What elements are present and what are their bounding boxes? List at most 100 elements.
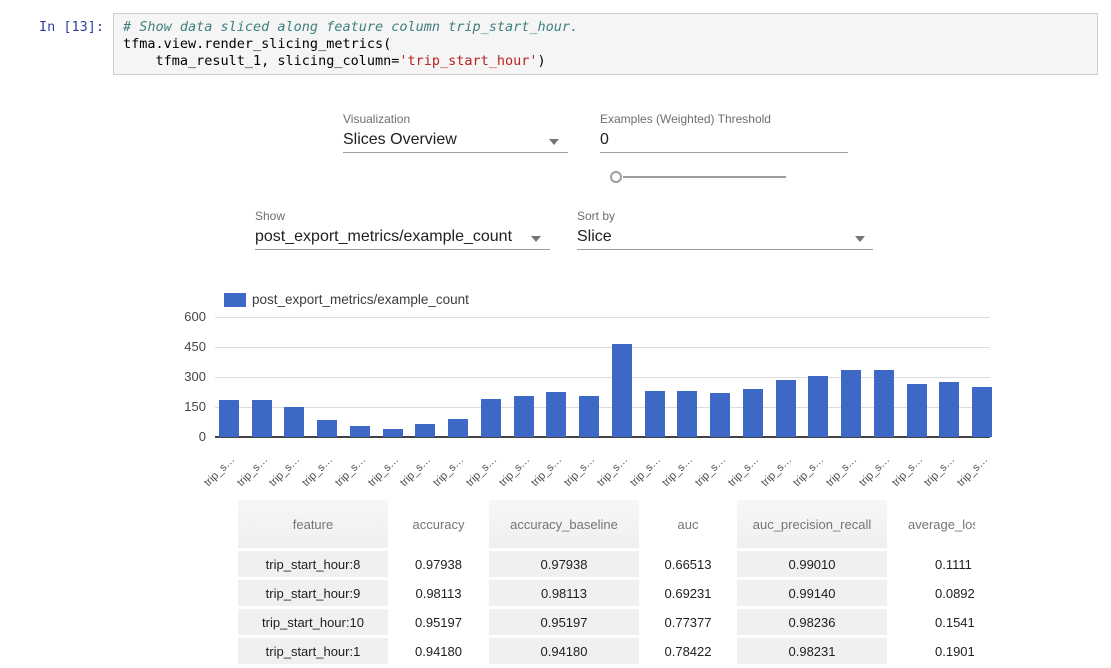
header-cell-feature: feature <box>238 500 388 548</box>
sort-by-label: Sort by <box>577 209 615 223</box>
sort-by-dropdown[interactable]: Slice <box>577 228 612 246</box>
bar <box>645 391 665 437</box>
table-cell: 0.1541 <box>890 609 975 635</box>
show-label: Show <box>255 209 285 223</box>
x-tick-label: trip_s… <box>713 454 761 502</box>
bar <box>415 424 435 437</box>
bar <box>677 391 697 437</box>
bar <box>481 399 501 437</box>
x-tick-label: trip_s… <box>680 454 728 502</box>
table-cell: 0.0892 <box>890 580 975 606</box>
bar <box>743 389 763 437</box>
table-row: trip_start_hour:80.979380.979380.665130.… <box>238 551 975 577</box>
y-tick-label: 600 <box>166 309 206 324</box>
bar <box>546 392 566 437</box>
x-tick-label: trip_s… <box>418 454 466 502</box>
table-cell: 0.94180 <box>391 638 486 664</box>
bar <box>579 396 599 437</box>
x-tick-label: trip_s… <box>648 454 696 502</box>
visualization-underline <box>343 152 568 153</box>
bar <box>710 393 730 437</box>
table-row: trip_start_hour:90.981130.981130.692310.… <box>238 580 975 606</box>
table-cell: trip_start_hour:1 <box>238 638 388 664</box>
threshold-label: Examples (Weighted) Threshold <box>600 112 771 126</box>
visualization-label: Visualization <box>343 112 410 126</box>
bar <box>219 400 239 437</box>
legend-label: post_export_metrics/example_count <box>252 292 469 307</box>
x-tick-label: trip_s… <box>189 454 237 502</box>
table-cell: 0.94180 <box>489 638 639 664</box>
chevron-down-icon[interactable] <box>531 236 541 242</box>
threshold-input[interactable]: 0 <box>600 131 609 149</box>
slices-bar-chart: post_export_metrics/example_count 0 150 30… <box>0 0 1111 500</box>
bar <box>317 420 337 437</box>
chevron-down-icon[interactable] <box>549 139 559 145</box>
threshold-slider-track[interactable] <box>623 176 786 178</box>
bar <box>252 400 272 437</box>
table-row: trip_start_hour:10.941800.941800.784220.… <box>238 638 975 664</box>
header-cell-accuracy_baseline: accuracy_baseline <box>489 500 639 548</box>
show-underline <box>255 249 550 250</box>
metrics-table-wrap: featureaccuracyaccuracy_baselineaucauc_p… <box>235 497 975 668</box>
table-cell: 0.77377 <box>642 609 734 635</box>
x-tick-label: trip_s… <box>746 454 794 502</box>
x-tick-label: trip_s… <box>484 454 532 502</box>
x-tick-label: trip_s… <box>451 454 499 502</box>
table-cell: 0.1111 <box>890 551 975 577</box>
x-tick-label: trip_s… <box>909 454 957 502</box>
y-tick-label: 450 <box>166 339 206 354</box>
header-cell-auc: auc <box>642 500 734 548</box>
bar <box>284 407 304 437</box>
threshold-slider-handle[interactable] <box>610 171 622 183</box>
table-cell: trip_start_hour:8 <box>238 551 388 577</box>
x-tick-label: trip_s… <box>549 454 597 502</box>
table-cell: 0.95197 <box>391 609 486 635</box>
x-tick-label: trip_s… <box>287 454 335 502</box>
show-dropdown[interactable]: post_export_metrics/example_count <box>255 228 512 246</box>
gridline <box>215 436 990 438</box>
chevron-down-icon[interactable] <box>855 236 865 242</box>
table-cell: 0.97938 <box>391 551 486 577</box>
table-cell: 0.99010 <box>737 551 887 577</box>
x-tick-label: trip_s… <box>222 454 270 502</box>
table-cell: 0.97938 <box>489 551 639 577</box>
sort-by-underline <box>577 249 873 250</box>
table-cell: 0.98113 <box>391 580 486 606</box>
x-tick-label: trip_s… <box>877 454 925 502</box>
code-line-3: tfma_result_1, slicing_column='trip_star… <box>123 53 1088 70</box>
x-tick-label: trip_s… <box>353 454 401 502</box>
x-tick-label: trip_s… <box>517 454 565 502</box>
bar <box>514 396 534 437</box>
x-tick-label: trip_s… <box>615 454 663 502</box>
x-tick-label: trip_s… <box>255 454 303 502</box>
table-cell: 0.69231 <box>642 580 734 606</box>
visualization-dropdown[interactable]: Slices Overview <box>343 131 457 149</box>
table-cell: 0.66513 <box>642 551 734 577</box>
table-cell: 0.78422 <box>642 638 734 664</box>
x-tick-label: trip_s… <box>844 454 892 502</box>
table-cell: 0.98236 <box>737 609 887 635</box>
bar <box>383 429 403 437</box>
table-cell: 0.1901 <box>890 638 975 664</box>
table-cell: trip_start_hour:10 <box>238 609 388 635</box>
code-line-2: tfma.view.render_slicing_metrics( <box>123 36 1088 53</box>
table-cell: 0.98231 <box>737 638 887 664</box>
gridline <box>215 317 990 318</box>
header-cell-auc_precision_recall: auc_precision_recall <box>737 500 887 548</box>
y-tick-label: 300 <box>166 369 206 384</box>
bar <box>448 419 468 437</box>
bar <box>874 370 894 437</box>
code-cell[interactable]: # Show data sliced along feature column … <box>113 13 1098 75</box>
table-row: trip_start_hour:100.951970.951970.773770… <box>238 609 975 635</box>
y-tick-label: 150 <box>166 399 206 414</box>
gridline <box>215 347 990 348</box>
table-header-row: featureaccuracyaccuracy_baselineaucauc_p… <box>238 500 975 548</box>
bar <box>907 384 927 437</box>
header-cell-average_los: average_los <box>890 500 975 548</box>
bar <box>939 382 959 437</box>
table-cell: 0.99140 <box>737 580 887 606</box>
table-cell: 0.98113 <box>489 580 639 606</box>
x-tick-label: trip_s… <box>942 454 990 502</box>
bar <box>350 426 370 437</box>
x-tick-label: trip_s… <box>386 454 434 502</box>
